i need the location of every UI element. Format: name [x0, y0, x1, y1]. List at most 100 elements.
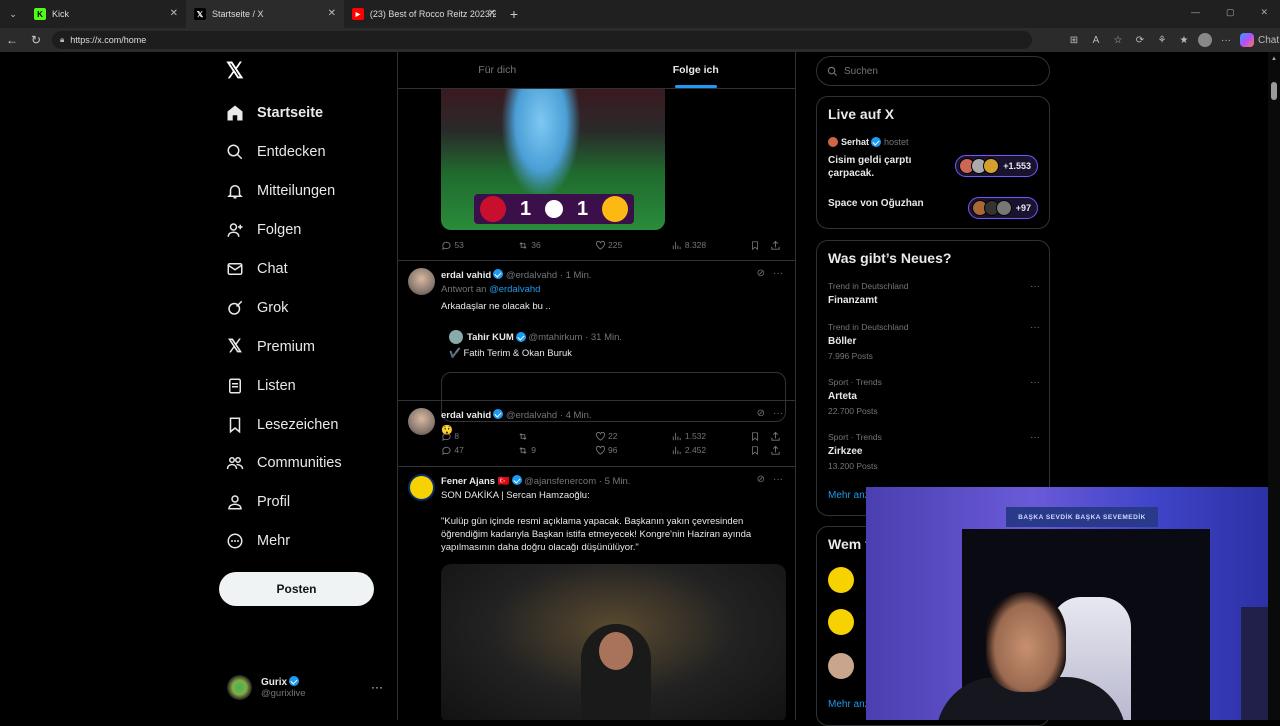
split-screen-icon[interactable]: ⚘ — [1154, 35, 1170, 46]
verified-badge-icon — [493, 269, 504, 279]
nav-item-bookmarks[interactable]: Lesezeichen — [222, 405, 392, 444]
more-dots-icon[interactable]: ··· — [371, 680, 383, 694]
close-tab-icon[interactable]: ✕ — [170, 8, 178, 19]
tab-kick[interactable]: K Kick ✕ — [26, 0, 186, 28]
grok-actions-icon[interactable]: ⊘ — [757, 268, 765, 279]
bookmark-button[interactable] — [750, 445, 770, 456]
views-button[interactable]: 2.452 — [671, 445, 750, 456]
nav-item-premium[interactable]: 𝕏 Premium — [222, 327, 392, 366]
trend-item[interactable]: Sport · Trends Zirkzee 13.200 Posts ··· — [828, 432, 1040, 471]
nav-item-profile[interactable]: Profil — [222, 483, 392, 522]
minimize-icon[interactable]: — — [1191, 7, 1200, 18]
nav-item-lists[interactable]: Listen — [222, 366, 392, 405]
tab-title: (23) Best of Rocco Reitz 2023/24 ⚡ — [369, 8, 496, 19]
bookmark-icon — [222, 415, 248, 435]
tab-list-button[interactable]: ⌄ — [0, 0, 26, 28]
space-listeners-pill[interactable]: +97 — [967, 197, 1038, 219]
trend-item[interactable]: Trend in Deutschland Böller 7.996 Posts … — [828, 322, 1040, 361]
menu-dots-icon[interactable]: ··· — [1218, 35, 1234, 46]
copilot-chat-button[interactable]: Chat — [1240, 33, 1279, 47]
more-dots-icon[interactable]: ··· — [773, 474, 783, 485]
profile-avatar-icon[interactable] — [1198, 33, 1212, 47]
reply-to-link[interactable]: @erdalvahd — [489, 284, 540, 295]
nav-item-home[interactable]: Startseite — [222, 94, 392, 133]
maximize-icon[interactable]: ▢ — [1226, 7, 1235, 18]
favorites-icon[interactable]: ★ — [1176, 35, 1192, 46]
share-button[interactable] — [770, 240, 781, 251]
tab-for-you[interactable]: Für dich — [398, 52, 597, 88]
extensions-icon[interactable]: ⟳ — [1132, 35, 1148, 46]
author-name: Fener Ajans — [441, 476, 496, 487]
tab-youtube[interactable]: ▶ (23) Best of Rocco Reitz 2023/24 ⚡ ✕ — [344, 0, 504, 28]
nav-item-chat[interactable]: Chat — [222, 250, 392, 289]
tweet[interactable]: erdal vahid @erdalvahd · 4 Min. ⊘ ··· 😲 … — [398, 400, 795, 466]
quote-time: · 31 Min. — [585, 331, 623, 343]
more-dots-icon[interactable]: ··· — [1030, 322, 1040, 333]
trend-item[interactable]: Sport · Trends Arteta 22.700 Posts ··· — [828, 377, 1040, 416]
url-field[interactable]: 🔒︎ https://x.com/home — [52, 31, 1032, 49]
reply-button[interactable]: 47 — [441, 445, 517, 456]
live-host[interactable]: Serhat hostet — [828, 137, 909, 147]
close-tab-icon[interactable]: ✕ — [328, 8, 336, 19]
nav-item-follow[interactable]: Folgen — [222, 211, 392, 250]
avatar — [408, 474, 435, 501]
more-dots-icon[interactable]: ··· — [1030, 377, 1040, 388]
avatar[interactable] — [828, 653, 854, 679]
like-button[interactable]: 225 — [595, 240, 672, 251]
account-switcher[interactable]: Gurix @gurixlive ··· — [227, 672, 387, 702]
nav-item-grok[interactable]: Grok — [222, 288, 392, 327]
read-aloud-icon[interactable]: A — [1088, 35, 1104, 46]
app-available-icon[interactable]: ⊞ — [1066, 35, 1082, 46]
post-button[interactable]: Posten — [219, 572, 374, 606]
nav-item-communities[interactable]: Communities — [222, 444, 392, 483]
nav-label: Communities — [257, 455, 342, 472]
avatar — [828, 137, 838, 147]
repost-button[interactable]: 36 — [517, 240, 595, 251]
scroll-up-icon[interactable]: ▲ — [1271, 56, 1277, 62]
more-dots-icon[interactable]: ··· — [773, 408, 783, 419]
close-tab-icon[interactable]: ✕ — [488, 8, 496, 19]
space-title[interactable]: Cisim geldi çarptı çarpacak. — [828, 154, 948, 180]
reload-icon[interactable]: ↻ — [24, 28, 48, 52]
author-handle: @erdalvahd — [505, 270, 558, 281]
tab-x-home[interactable]: 𝕏 Startseite / X ✕ — [186, 0, 344, 28]
browser-tab-bar: ⌄ K Kick ✕ 𝕏 Startseite / X ✕ ▶ (23) Bes… — [0, 0, 1280, 28]
home-icon — [222, 103, 248, 123]
reply-button[interactable]: 53 — [441, 240, 517, 251]
avatar[interactable] — [828, 609, 854, 635]
x-logo-icon[interactable]: 𝕏 — [226, 60, 248, 82]
more-dots-icon[interactable]: ··· — [1030, 281, 1040, 292]
share-icon — [771, 240, 780, 250]
nav-item-notifications[interactable]: Mitteilungen — [222, 172, 392, 211]
grok-actions-icon[interactable]: ⊘ — [757, 408, 765, 419]
share-button[interactable] — [770, 445, 781, 456]
nav-item-more[interactable]: Mehr — [222, 522, 392, 561]
favorite-star-icon[interactable]: ☆ — [1110, 35, 1126, 46]
scroll-thumb[interactable] — [1271, 82, 1277, 100]
tweet-media-image[interactable]: 1 1 — [441, 89, 665, 230]
close-window-icon[interactable]: ✕ — [1260, 7, 1268, 18]
nav-label: Premium — [257, 338, 316, 355]
trend-item[interactable]: Trend in Deutschland Finanzamt ··· — [828, 281, 1040, 306]
like-button[interactable]: 96 — [595, 445, 672, 456]
more-dots-icon[interactable]: ··· — [773, 268, 783, 279]
bookmark-button[interactable] — [750, 240, 770, 251]
page-scrollbar[interactable]: ▲ — [1268, 52, 1280, 720]
reply-count: 47 — [454, 445, 464, 455]
views-button[interactable]: 8.328 — [671, 240, 750, 251]
space-listeners-pill[interactable]: +1.553 — [955, 155, 1038, 177]
search-input[interactable]: Suchen — [816, 56, 1050, 86]
tweet-media-image[interactable] — [441, 564, 786, 720]
search-icon — [827, 66, 838, 76]
author-name: erdal vahid — [441, 270, 492, 281]
repost-button[interactable]: 9 — [517, 445, 595, 456]
more-dots-icon[interactable]: ··· — [1030, 432, 1040, 443]
tab-following[interactable]: Folge ich — [597, 52, 796, 88]
nav-item-explore[interactable]: Entdecken — [222, 133, 392, 172]
space-title[interactable]: Space von Oğuzhan — [828, 197, 948, 210]
grok-actions-icon[interactable]: ⊘ — [757, 474, 765, 485]
back-arrow-icon[interactable]: ← — [0, 28, 24, 52]
listener-count: +1.553 — [1003, 161, 1031, 171]
avatar[interactable] — [828, 567, 854, 593]
new-tab-button[interactable]: + — [504, 6, 524, 22]
